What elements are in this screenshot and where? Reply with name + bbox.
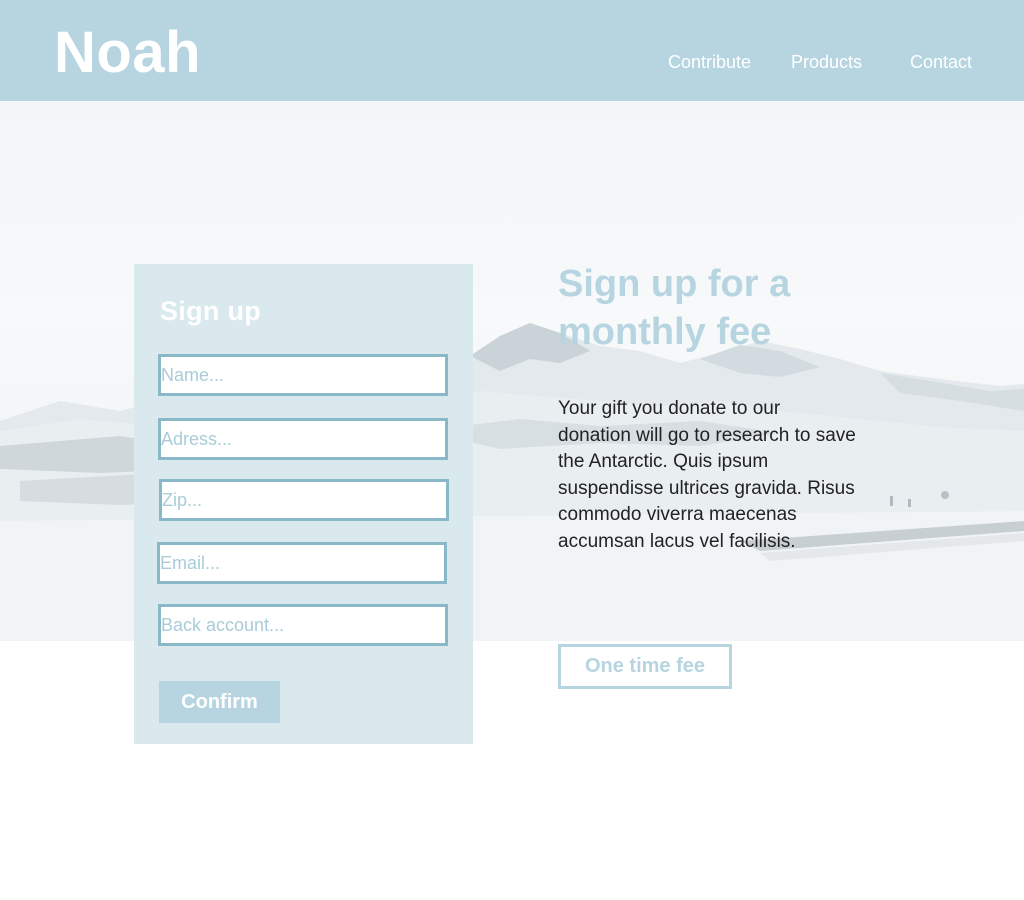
- confirm-button[interactable]: Confirm: [159, 681, 280, 723]
- hero-description: Your gift you donate to our donation wil…: [558, 398, 856, 552]
- nav-products[interactable]: Products: [791, 52, 862, 74]
- bank-account-field[interactable]: [158, 604, 448, 646]
- site-logo[interactable]: Noah: [54, 24, 201, 82]
- signup-title: Sign up: [160, 296, 262, 326]
- signup-form: Sign up Confirm: [134, 264, 473, 744]
- nav-contact[interactable]: Contact: [910, 52, 972, 74]
- address-field[interactable]: [158, 418, 448, 460]
- one-time-fee-button[interactable]: One time fee: [558, 644, 732, 689]
- nav-contribute[interactable]: Contribute: [668, 52, 751, 74]
- site-header: Noah Contribute Products Contact: [0, 0, 1024, 101]
- name-field[interactable]: [158, 354, 448, 396]
- zip-field[interactable]: [159, 479, 449, 521]
- email-field[interactable]: [157, 542, 447, 584]
- hero-heading: Sign up for a monthly fee: [558, 263, 791, 353]
